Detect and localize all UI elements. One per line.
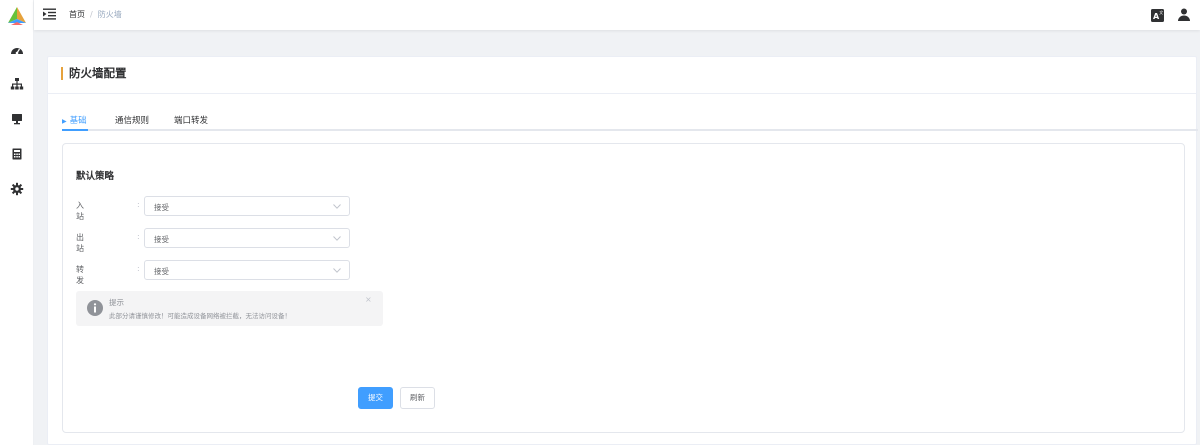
chevron-down-icon [333, 204, 341, 209]
tab-arrow-icon: ▶ [62, 118, 67, 125]
app-logo[interactable] [7, 6, 27, 26]
card-header: 防火墙配置 [48, 57, 1196, 94]
forward-policy-select[interactable]: 接受 [144, 260, 350, 280]
breadcrumb: 首页 / 防火墙 [69, 9, 122, 20]
info-icon [87, 300, 103, 316]
warning-alert: 提示 此部分请谨慎修改！可能造成设备网络被拦截，无法访问设备！ × [76, 291, 383, 326]
forward-label: 转发 [76, 265, 84, 285]
basic-settings-panel: 默认策略 入站 : 接受 出站 : 接受 转发 : 接受 提示 此部分请谨慎修改… [62, 143, 1185, 433]
inbound-policy-select[interactable]: 接受 [144, 196, 350, 216]
inbound-label: 入站 [76, 201, 84, 221]
section-title: 默认策略 [76, 171, 115, 182]
svg-text:文: 文 [1159, 9, 1163, 15]
network-topology-icon[interactable] [10, 77, 24, 91]
gear-icon[interactable] [10, 182, 24, 196]
breadcrumb-home[interactable]: 首页 [69, 9, 85, 20]
breadcrumb-current: 防火墙 [97, 10, 122, 19]
active-tab-indicator [62, 129, 88, 131]
tab-basic-label: 基础 [69, 116, 87, 126]
menu-fold-icon[interactable] [43, 8, 56, 20]
tab-basic[interactable]: ▶ 基础 [62, 114, 87, 126]
chevron-down-icon [333, 236, 341, 241]
alert-close-icon[interactable]: × [365, 295, 372, 304]
refresh-button[interactable]: 刷新 [400, 387, 435, 409]
outbound-policy-value: 接受 [154, 235, 169, 244]
tab-port-forwarding[interactable]: 端口转发 [174, 114, 208, 126]
inbound-policy-value: 接受 [154, 203, 169, 212]
top-navbar: 首页 / 防火墙 A 文 [34, 0, 1200, 30]
chevron-down-icon [333, 268, 341, 273]
submit-button[interactable]: 提交 [358, 387, 393, 409]
forward-policy-value: 接受 [154, 267, 169, 276]
calculator-icon[interactable] [10, 147, 24, 161]
tab-communication-rules[interactable]: 通信规则 [115, 114, 149, 126]
page-title: 防火墙配置 [61, 67, 127, 80]
sidebar [0, 0, 34, 445]
user-avatar-icon[interactable] [1178, 8, 1190, 21]
firewall-config-card: 防火墙配置 ▶ 基础 通信规则 端口转发 默认策略 入站 : 接受 出站 : 接… [47, 56, 1198, 445]
alert-description: 此部分请谨慎修改！可能造成设备网络被拦截，无法访问设备！ [109, 312, 291, 320]
alert-title: 提示 [109, 298, 124, 307]
dashboard-icon[interactable] [10, 43, 24, 57]
monitor-icon[interactable] [10, 112, 24, 126]
colon: : [137, 200, 140, 209]
outbound-policy-select[interactable]: 接受 [144, 228, 350, 248]
main-content: 防火墙配置 ▶ 基础 通信规则 端口转发 默认策略 入站 : 接受 出站 : 接… [34, 30, 1200, 445]
language-switch-icon[interactable]: A 文 [1151, 9, 1164, 22]
colon: : [137, 264, 140, 273]
outbound-label: 出站 [76, 233, 84, 253]
breadcrumb-separator: / [90, 10, 93, 19]
tab-bar: ▶ 基础 通信规则 端口转发 [62, 111, 1198, 131]
colon: : [137, 232, 140, 241]
